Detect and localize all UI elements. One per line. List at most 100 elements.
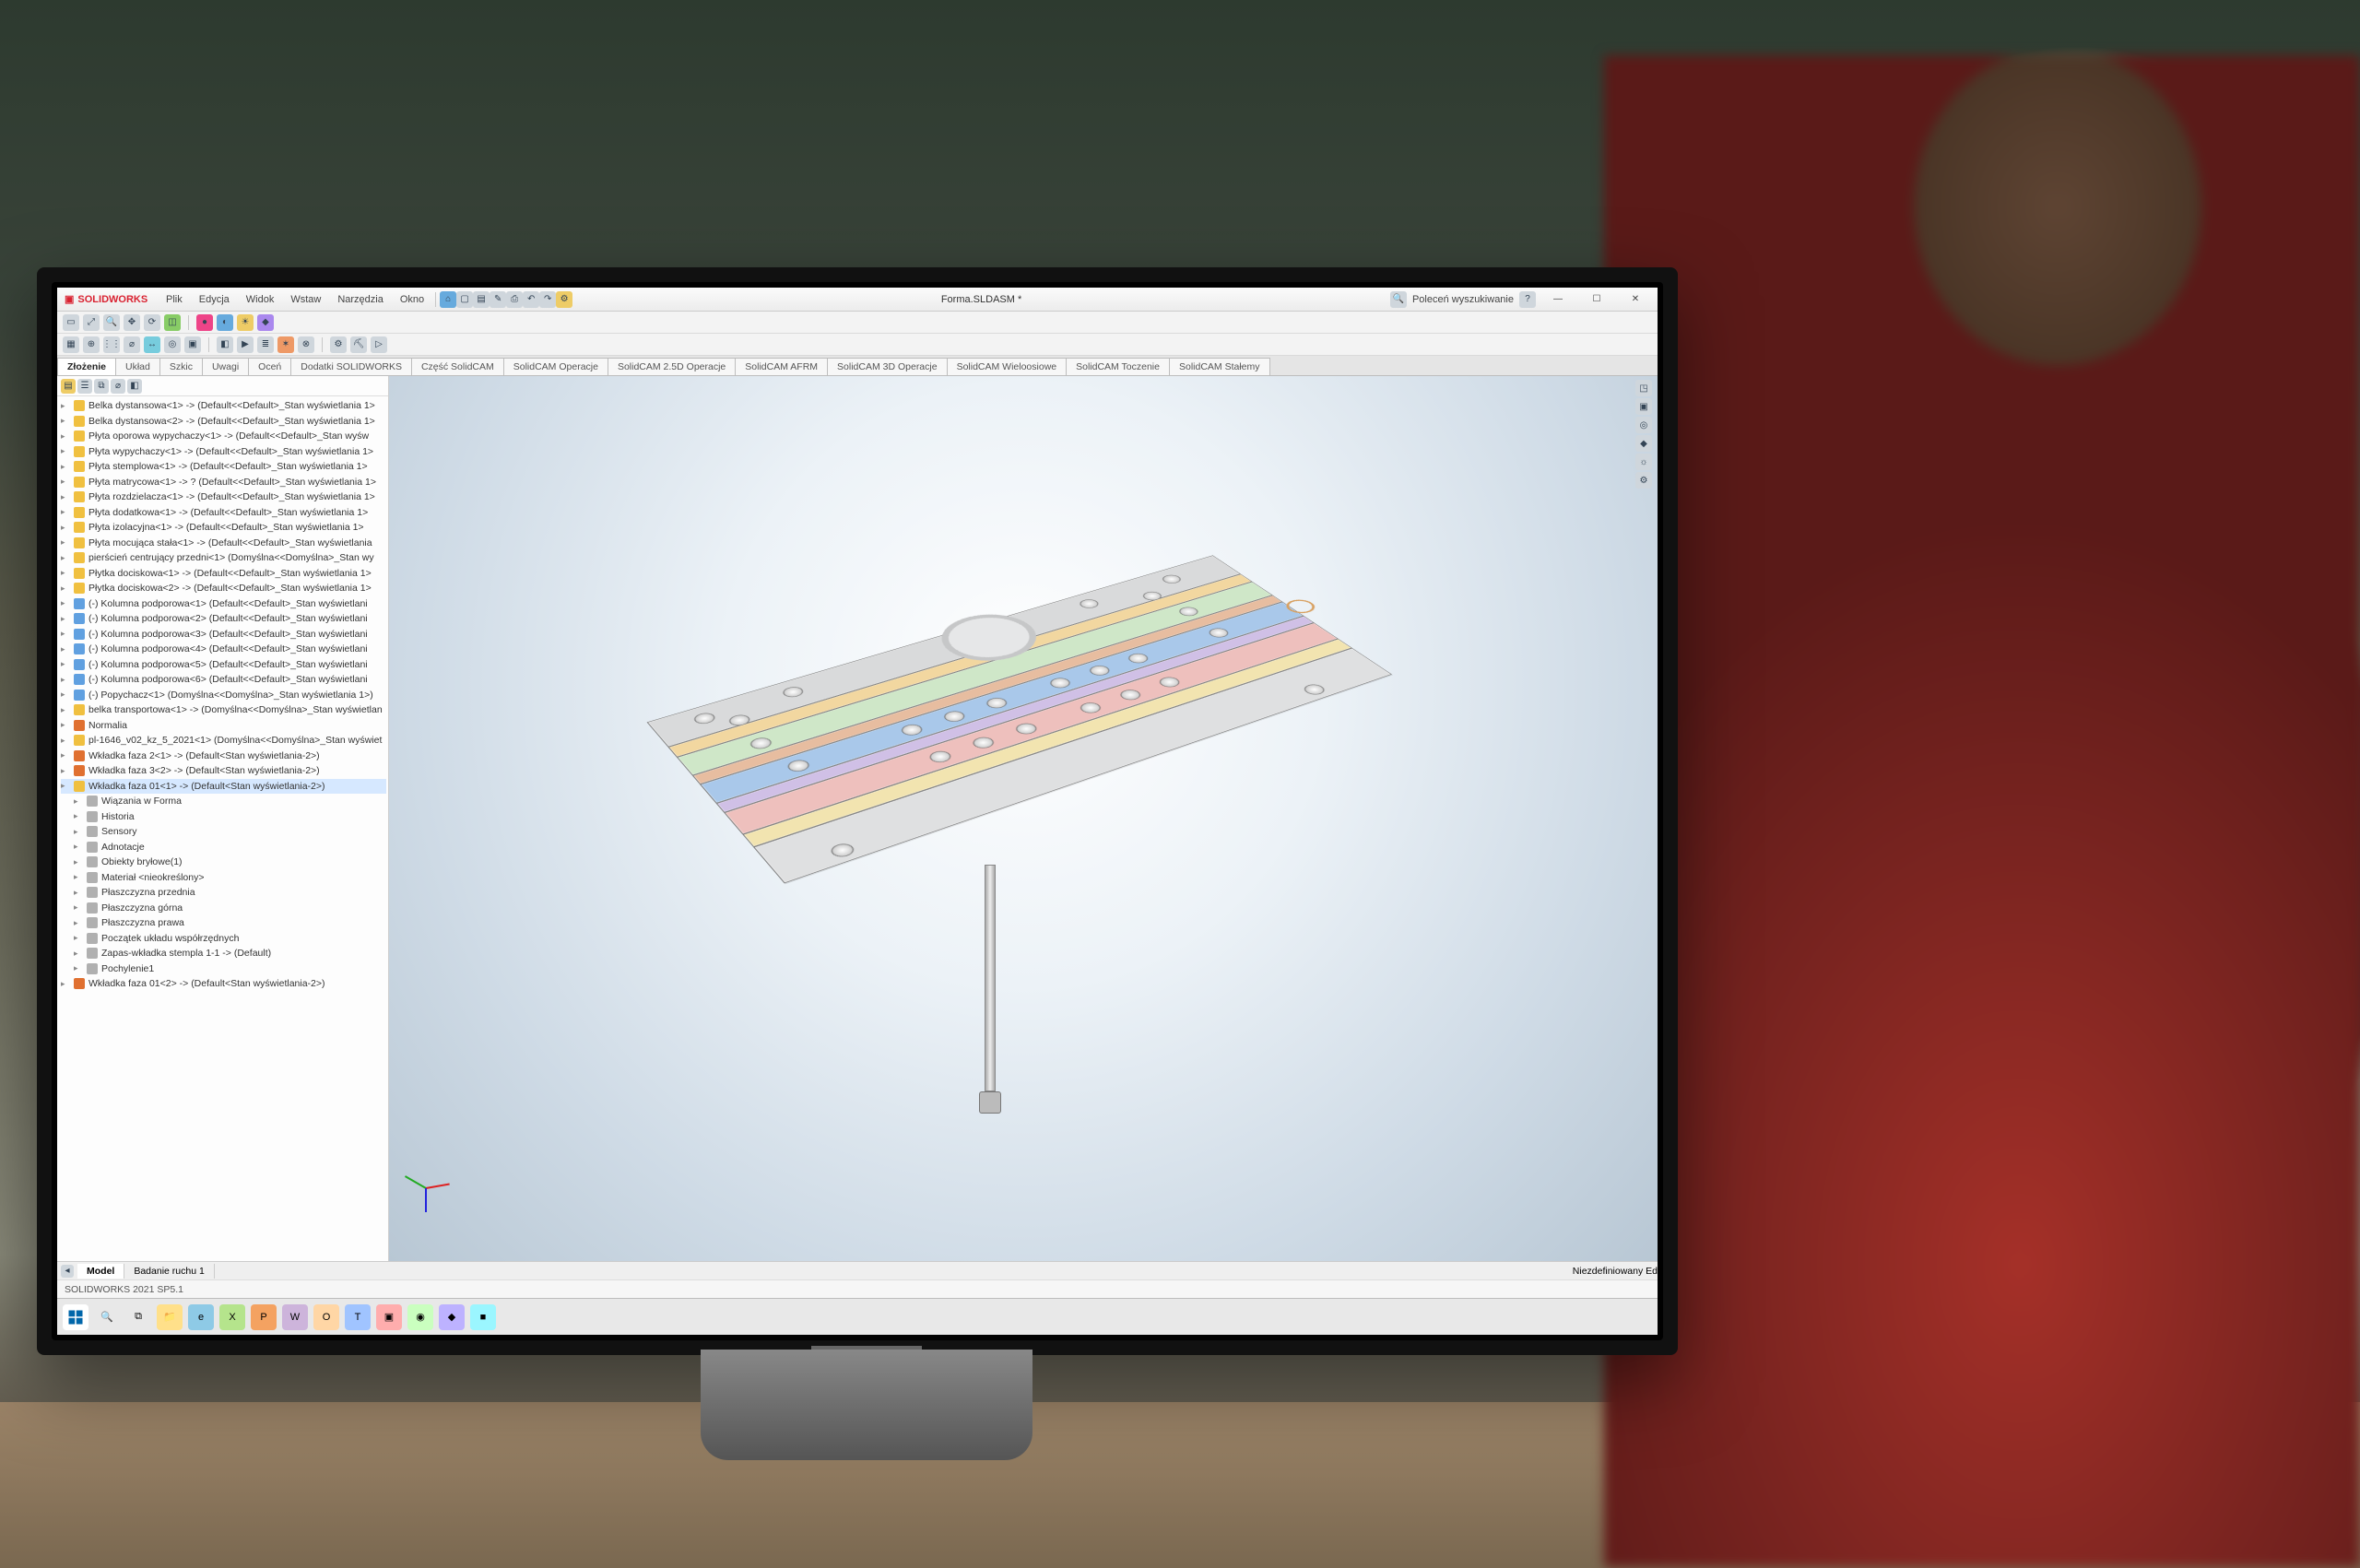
ribbon-tab[interactable]: Szkic [159, 358, 203, 375]
powerpoint-icon[interactable]: P [251, 1304, 277, 1330]
ribbon-tab[interactable]: SolidCAM Toczenie [1066, 358, 1170, 375]
ribbon-tab[interactable]: SolidCAM Operacje [503, 358, 608, 375]
display-icon[interactable]: ◐ [217, 314, 233, 331]
tree-item[interactable]: ▸Adnotacje [61, 840, 386, 855]
file-explorer-icon[interactable]: 📁 [157, 1304, 183, 1330]
menu-edycja[interactable]: Edycja [192, 290, 237, 309]
tree-item[interactable]: ▸Płyta wypychaczy<1> -> (Default<<Defaul… [61, 444, 386, 460]
ribbon-tab[interactable]: SolidCAM 3D Operacje [827, 358, 948, 375]
window-close[interactable]: ✕ [1619, 290, 1652, 309]
orientation-triad[interactable] [398, 1160, 454, 1215]
ribbon-tab[interactable]: SolidCAM Stałemy [1169, 358, 1270, 375]
taskbar-search-icon[interactable]: 🔍 [94, 1304, 120, 1330]
reference-geom-icon[interactable]: ◧ [217, 336, 233, 353]
edit-appearance-icon[interactable]: ◆ [1635, 435, 1652, 452]
tree-item[interactable]: ▸Pochylenie1 [61, 961, 386, 977]
insert-component-icon[interactable]: ▦ [63, 336, 79, 353]
open-icon[interactable]: ▤ [473, 291, 490, 308]
apply-scene-icon[interactable]: ☼ [1635, 454, 1652, 470]
tree-item[interactable]: ▸Wkładka faza 01<1> -> (Default<Stan wyś… [61, 779, 386, 795]
tree-item[interactable]: ▸Płyta izolacyjna<1> -> (Default<<Defaul… [61, 520, 386, 536]
menu-widok[interactable]: Widok [239, 290, 282, 309]
search-hint[interactable]: Poleceń wyszukiwanie [1412, 294, 1514, 305]
ribbon-tab[interactable]: Dodatki SOLIDWORKS [290, 358, 412, 375]
render-icon[interactable]: ◆ [257, 314, 274, 331]
tree-item[interactable]: ▸Początek układu współrzędnych [61, 931, 386, 947]
tree-item[interactable]: ▸Normalia [61, 718, 386, 734]
cam-icon[interactable]: ⚙ [330, 336, 347, 353]
new-motion-icon[interactable]: ▶ [237, 336, 254, 353]
save-icon[interactable]: ✎ [490, 291, 506, 308]
menu-plik[interactable]: Plik [159, 290, 190, 309]
pan-icon[interactable]: ✥ [124, 314, 140, 331]
task-view-icon[interactable]: ⧉ [125, 1304, 151, 1330]
tree-item[interactable]: ▸Płyta stemplowa<1> -> (Default<<Default… [61, 459, 386, 475]
tree-item[interactable]: ▸Płytka dociskowa<1> -> (Default<<Defaul… [61, 566, 386, 582]
tree-item[interactable]: ▸Sensory [61, 824, 386, 840]
app2-icon[interactable]: ■ [470, 1304, 496, 1330]
print-icon[interactable]: ⎙ [506, 291, 523, 308]
tree-item[interactable]: ▸belka transportowa<1> -> (Domyślna<<Dom… [61, 702, 386, 718]
ribbon-tab[interactable]: Oceń [248, 358, 291, 375]
view-orientation-icon[interactable]: ◳ [1635, 380, 1652, 396]
tree-item[interactable]: ▸(-) Kolumna podporowa<1> (Default<<Defa… [61, 596, 386, 612]
bottom-tab[interactable]: Badanie ruchu 1 [124, 1264, 214, 1279]
undo-icon[interactable]: ↶ [523, 291, 539, 308]
window-maximize[interactable]: ☐ [1580, 290, 1613, 309]
tree-item[interactable]: ▸(-) Kolumna podporowa<6> (Default<<Defa… [61, 672, 386, 688]
show-hidden-icon[interactable]: ◎ [164, 336, 181, 353]
mate-icon[interactable]: ⊕ [83, 336, 100, 353]
ribbon-tab[interactable]: SolidCAM AFRM [735, 358, 828, 375]
excel-icon[interactable]: X [219, 1304, 245, 1330]
assembly-feature-icon[interactable]: ▣ [184, 336, 201, 353]
feature-manager-icon[interactable]: ▤ [61, 379, 76, 394]
tree-item[interactable]: ▸Płyta oporowa wypychaczy<1> -> (Default… [61, 429, 386, 444]
help-icon[interactable]: ? [1519, 291, 1536, 308]
bom-icon[interactable]: ≣ [257, 336, 274, 353]
chrome-icon[interactable]: ◉ [407, 1304, 433, 1330]
tree-item[interactable]: ▸pl-1646_v02_kz_5_2021<1> (Domyślna<<Dom… [61, 733, 386, 749]
menu-wstaw[interactable]: Wstaw [283, 290, 328, 309]
graphics-viewport[interactable]: ◳ ▣ ◎ ◆ ☼ ⚙ [389, 376, 1658, 1261]
tree-item[interactable]: ▸Płaszczyzna przednia [61, 885, 386, 901]
smart-fastener-icon[interactable]: ⌀ [124, 336, 140, 353]
tree-item[interactable]: ▸Zapas-wkładka stempla 1-1 -> (Default) [61, 946, 386, 961]
ribbon-tab[interactable]: Złożenie [57, 358, 116, 375]
window-minimize[interactable]: — [1541, 290, 1575, 309]
new-icon[interactable]: ▢ [456, 291, 473, 308]
feature-tree[interactable]: ▸Belka dystansowa<1> -> (Default<<Defaul… [57, 396, 388, 1261]
edge-icon[interactable]: e [188, 1304, 214, 1330]
display-manager-icon[interactable]: ◧ [127, 379, 142, 394]
property-manager-icon[interactable]: ☰ [77, 379, 92, 394]
search-icon[interactable]: 🔍 [1390, 291, 1407, 308]
hide-show-icon[interactable]: ◎ [1635, 417, 1652, 433]
config-manager-icon[interactable]: ⧉ [94, 379, 109, 394]
tree-item[interactable]: ▸Wkładka faza 01<2> -> (Default<Stan wyś… [61, 976, 386, 992]
ribbon-tab[interactable]: SolidCAM Wieloosiowe [947, 358, 1068, 375]
teams-icon[interactable]: T [345, 1304, 371, 1330]
tree-item[interactable]: ▸Płaszczyzna górna [61, 901, 386, 916]
move-component-icon[interactable]: ↔ [144, 336, 160, 353]
tree-item[interactable]: ▸(-) Kolumna podporowa<2> (Default<<Defa… [61, 611, 386, 627]
app-icon[interactable]: ◆ [439, 1304, 465, 1330]
tab-scroll-left-icon[interactable]: ◂ [61, 1265, 74, 1278]
menu-narzędzia[interactable]: Narzędzia [330, 290, 391, 309]
tree-item[interactable]: ▸(-) Kolumna podporowa<4> (Default<<Defa… [61, 642, 386, 657]
ribbon-tab[interactable]: Układ [115, 358, 160, 375]
tree-item[interactable]: ▸Materiał <nieokreślony> [61, 870, 386, 886]
bottom-tab[interactable]: Model [77, 1264, 124, 1279]
redo-icon[interactable]: ↷ [539, 291, 556, 308]
tree-item[interactable]: ▸Wkładka faza 3<2> -> (Default<Stan wyśw… [61, 763, 386, 779]
appearance-icon[interactable]: ● [196, 314, 213, 331]
view-settings-icon[interactable]: ⚙ [1635, 472, 1652, 489]
display-style-icon[interactable]: ▣ [1635, 398, 1652, 415]
tree-item[interactable]: ▸Belka dystansowa<1> -> (Default<<Defaul… [61, 398, 386, 414]
solidworks-task-icon[interactable]: ▣ [376, 1304, 402, 1330]
tree-item[interactable]: ▸Wiązania w Forma [61, 794, 386, 809]
exploded-view-icon[interactable]: ✶ [277, 336, 294, 353]
ribbon-tab[interactable]: Uwagi [202, 358, 249, 375]
tree-item[interactable]: ▸pierścień centrujący przedni<1> (Domyśl… [61, 550, 386, 566]
tree-item[interactable]: ▸(-) Kolumna podporowa<3> (Default<<Defa… [61, 627, 386, 643]
tree-item[interactable]: ▸Belka dystansowa<2> -> (Default<<Defaul… [61, 414, 386, 430]
tree-item[interactable]: ▸Historia [61, 809, 386, 825]
